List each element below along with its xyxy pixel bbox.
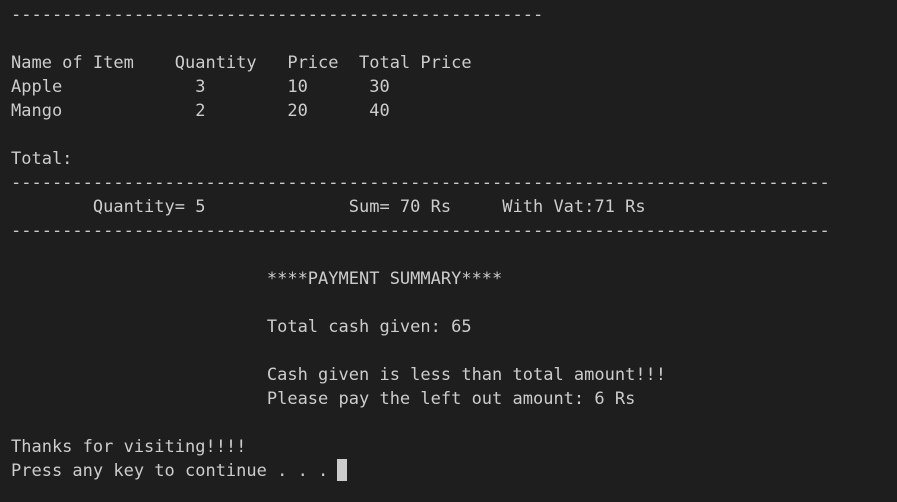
divider-line: ----------------------------------------… <box>11 5 544 25</box>
table-row: Apple 3 10 30 <box>11 77 390 97</box>
totals-summary: Quantity= 5 Sum= 70 Rs With Vat:71 Rs <box>11 197 646 217</box>
payment-summary-title: ****PAYMENT SUMMARY**** <box>11 269 503 289</box>
console-window[interactable]: ----------------------------------------… <box>0 0 897 502</box>
divider-line: ----------------------------------------… <box>11 173 830 193</box>
table-header: Name of Item Quantity Price Total Price <box>11 53 472 73</box>
total-label: Total: <box>11 149 73 169</box>
divider-line: ----------------------------------------… <box>11 221 830 241</box>
left-amount-text: Please pay the left out amount: 6 Rs <box>11 389 636 409</box>
prompt-text: Press any key to continue . . . <box>11 461 329 481</box>
thanks-text: Thanks for visiting!!!! <box>11 437 247 457</box>
cash-given-text: Total cash given: 65 <box>11 317 472 337</box>
text-cursor <box>337 459 348 481</box>
warning-text: Cash given is less than total amount!!! <box>11 365 667 385</box>
continue-prompt[interactable]: Press any key to continue . . . <box>11 459 348 483</box>
table-row: Mango 2 20 40 <box>11 101 390 121</box>
